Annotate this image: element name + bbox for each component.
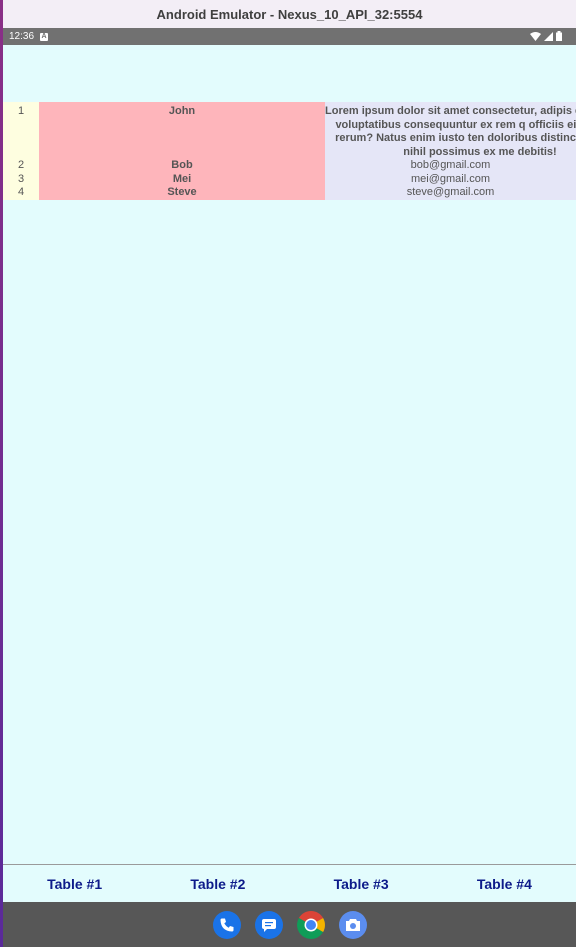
- id-text: 3: [17, 172, 25, 185]
- email-cell: mei@gmail.com: [325, 172, 576, 186]
- name-cell: John: [39, 102, 325, 159]
- window-titlebar: Android Emulator - Nexus_10_API_32:5554: [3, 0, 576, 28]
- tab-table-4[interactable]: Table #4: [433, 876, 576, 892]
- name-text: John: [168, 105, 196, 117]
- name-cell: Mei: [39, 172, 325, 186]
- email-cell: steve@gmail.com: [325, 186, 576, 200]
- email-cell: bob@gmail.com: [325, 159, 576, 173]
- id-text: 1: [17, 105, 25, 117]
- id-text: 2: [17, 159, 25, 171]
- id-cell: 4: [3, 186, 39, 200]
- name-cell: Bob: [39, 159, 325, 173]
- status-icons: [530, 31, 562, 41]
- bottom-tab-bar: Table #1 Table #2 Table #3 Table #4: [3, 864, 576, 903]
- tab-table-3[interactable]: Table #3: [290, 876, 433, 892]
- window-title: Android Emulator - Nexus_10_API_32:5554: [156, 6, 423, 22]
- app-content: 1 John Lorem ipsum dolor sit amet consec…: [3, 45, 576, 865]
- messages-icon[interactable]: [254, 910, 283, 939]
- name-text: Bob: [171, 159, 193, 171]
- name-text: Steve: [167, 186, 197, 198]
- table-row[interactable]: 2 Bob bob@gmail.com: [3, 159, 576, 173]
- tab-table-2[interactable]: Table #2: [146, 876, 289, 892]
- id-cell: 1: [3, 102, 39, 159]
- system-dock: [3, 902, 576, 947]
- status-bar: 12:36 A: [3, 28, 576, 45]
- signal-icon: [544, 31, 553, 41]
- email-text: mei@gmail.com: [410, 172, 490, 185]
- emulator-window: Android Emulator - Nexus_10_API_32:5554 …: [3, 0, 576, 947]
- wifi-icon: [530, 31, 541, 41]
- name-text: Mei: [172, 172, 192, 185]
- email-text: steve@gmail.com: [406, 186, 495, 198]
- table-row[interactable]: 4 Steve steve@gmail.com: [3, 186, 576, 200]
- status-time: 12:36: [9, 31, 35, 42]
- notification-icon: A: [40, 32, 49, 41]
- email-text: Lorem ipsum dolor sit amet consectetur, …: [325, 105, 576, 158]
- table-row[interactable]: 1 John Lorem ipsum dolor sit amet consec…: [3, 102, 576, 159]
- data-table: 1 John Lorem ipsum dolor sit amet consec…: [3, 102, 576, 200]
- chrome-icon[interactable]: [296, 910, 325, 939]
- battery-icon: [556, 31, 562, 41]
- name-cell: Steve: [39, 186, 325, 200]
- tab-table-1[interactable]: Table #1: [3, 876, 146, 892]
- camera-icon[interactable]: [338, 910, 367, 939]
- phone-icon[interactable]: [212, 910, 241, 939]
- email-cell: Lorem ipsum dolor sit amet consectetur, …: [325, 102, 576, 159]
- id-cell: 2: [3, 159, 39, 173]
- table-row[interactable]: 3 Mei mei@gmail.com: [3, 172, 576, 186]
- email-text: bob@gmail.com: [410, 159, 491, 171]
- id-text: 4: [17, 186, 25, 198]
- id-cell: 3: [3, 172, 39, 186]
